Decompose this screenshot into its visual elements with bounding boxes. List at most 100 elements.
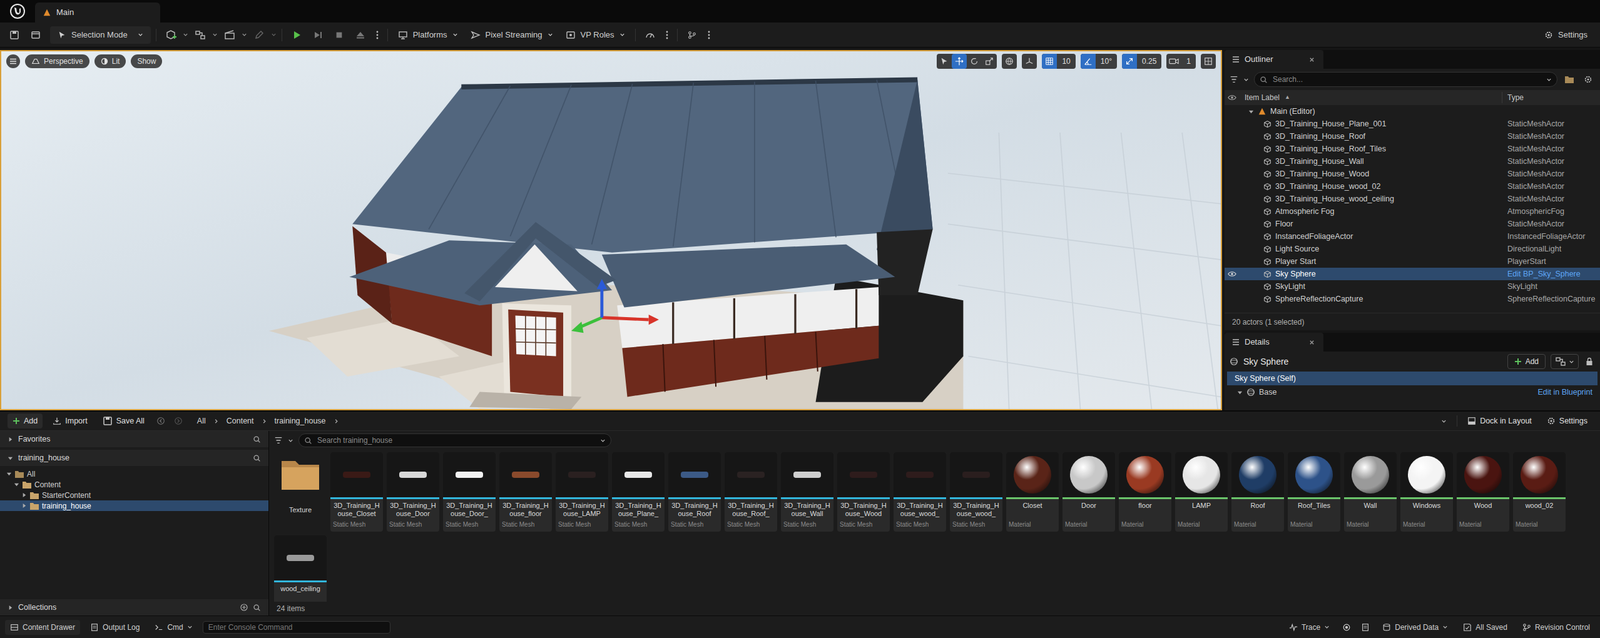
eye-icon[interactable] [1224, 120, 1240, 128]
outliner-root-row[interactable]: Main (Editor) [1224, 105, 1600, 118]
eye-icon[interactable] [1224, 157, 1240, 166]
stop-icon[interactable] [329, 26, 349, 44]
actor-type[interactable]: Edit BP_Sky_Sphere [1502, 268, 1600, 281]
asset-tile[interactable]: 3D_Training_House_wood_Static Mesh [949, 452, 1003, 532]
content-settings-button[interactable]: Settings [1541, 413, 1593, 429]
eye-icon[interactable] [1224, 170, 1240, 178]
chevron-down-icon[interactable] [241, 31, 248, 38]
search-icon[interactable] [252, 454, 261, 463]
add-component-button[interactable]: Add [1507, 354, 1546, 370]
eye-icon[interactable] [1224, 270, 1240, 278]
eject-icon[interactable] [351, 26, 370, 44]
label-column-header[interactable]: Item Label▲ [1239, 91, 1503, 104]
forward-icon[interactable] [172, 416, 185, 426]
outliner-search[interactable] [1253, 71, 1558, 87]
breadcrumb-item[interactable]: All [194, 415, 209, 428]
asset-search-input[interactable] [317, 434, 596, 447]
outliner-row[interactable]: 3D_Training_House_Roof_TilesStaticMeshAc… [1224, 142, 1600, 156]
back-icon[interactable] [154, 416, 168, 426]
log-icon[interactable] [1358, 623, 1373, 632]
surface-snap-icon[interactable] [1021, 53, 1037, 69]
filter-icon[interactable] [1229, 75, 1239, 84]
caret-right-icon[interactable] [21, 492, 27, 499]
blueprint-options-button[interactable] [1550, 354, 1579, 370]
grid-snap-button[interactable]: 10 [1041, 53, 1076, 69]
revision-control-button[interactable]: Revision Control [1517, 620, 1595, 636]
caret-down-icon[interactable] [13, 481, 20, 488]
modeling-icon[interactable] [249, 26, 269, 44]
outliner-search-input[interactable] [1272, 72, 1542, 87]
move-icon[interactable] [951, 53, 967, 69]
source-header[interactable]: training_house [0, 449, 269, 467]
search-icon[interactable] [252, 435, 261, 444]
record-icon[interactable] [1339, 623, 1354, 632]
asset-tile[interactable]: 3D_Training_House_floorStatic Mesh [499, 452, 552, 532]
breadcrumb-item[interactable]: training_house [272, 415, 329, 428]
details-tab[interactable]: Details [1224, 332, 1324, 352]
outliner-row[interactable]: FloorStaticMeshActor [1224, 217, 1600, 231]
breadcrumb-item[interactable]: Content [224, 415, 257, 428]
eye-icon[interactable] [1224, 132, 1240, 141]
outliner-row[interactable]: InstancedFoliageActorInstancedFoliageAct… [1224, 230, 1600, 243]
lit[interactable]: Lit [94, 54, 127, 69]
more-icon[interactable] [662, 26, 673, 44]
type-column-header[interactable]: Type [1502, 91, 1600, 104]
derived-data-button[interactable]: Derived Data [1377, 620, 1453, 636]
rotate-icon[interactable] [966, 53, 982, 69]
edit-in-blueprint-link[interactable]: Edit in Blueprint [1537, 386, 1598, 399]
asset-tile[interactable]: 3D_Training_House_Plane_Static Mesh [611, 452, 665, 532]
frame-step-icon[interactable] [308, 26, 328, 44]
folder-tree-item[interactable]: training_house [0, 500, 269, 512]
toolbar-menu[interactable]: Platforms [392, 26, 464, 44]
asset-tile[interactable]: RoofMaterial [1231, 452, 1285, 532]
folder-tree-item[interactable]: Content [0, 479, 269, 490]
chevron-down-icon[interactable] [182, 31, 189, 38]
caret-right-icon[interactable] [21, 503, 27, 509]
asset-tile[interactable]: 3D_Training_House_WoodStatic Mesh [837, 452, 890, 532]
camera-speed-button[interactable]: 1 [1166, 53, 1196, 69]
eye-icon[interactable] [1224, 295, 1240, 303]
console-input[interactable] [202, 621, 391, 634]
chevron-right-icon[interactable] [333, 418, 340, 425]
show-button[interactable]: Show [130, 54, 163, 69]
outliner-row[interactable]: SkyLightSkyLight [1224, 280, 1600, 293]
eye-icon[interactable] [1224, 245, 1240, 253]
folder-tile[interactable]: Texture [274, 452, 327, 532]
eye-icon[interactable] [1224, 207, 1240, 216]
folder-tree-item[interactable]: StarterContent [0, 489, 269, 501]
eye-icon[interactable] [1224, 220, 1240, 228]
outliner-row[interactable]: 3D_Training_House_wood_ceilingStaticMesh… [1224, 192, 1600, 206]
import-button[interactable]: Import [47, 413, 92, 429]
viewport-menu-icon[interactable] [6, 54, 21, 69]
asset-tile[interactable]: Roof_TilesMaterial [1287, 452, 1341, 532]
chevron-down-icon[interactable] [287, 438, 294, 444]
chevron-down-icon[interactable] [1441, 418, 1447, 425]
component-row[interactable]: Sky Sphere (Self) [1227, 371, 1598, 386]
asset-tile[interactable]: 3D_Training_House_WallStatic Mesh [780, 452, 834, 532]
add-actor-icon[interactable] [161, 26, 181, 44]
outliner-row[interactable]: 3D_Training_House_wood_02StaticMeshActor [1224, 180, 1600, 193]
maximize-icon[interactable] [1200, 53, 1216, 69]
chevron-down-icon[interactable] [1243, 76, 1249, 83]
eye-icon[interactable] [1224, 195, 1240, 203]
outliner-row[interactable]: 3D_Training_House_WallStaticMeshActor [1224, 155, 1600, 168]
outliner-row[interactable]: Light SourceDirectionalLight [1224, 242, 1600, 256]
add-folder-icon[interactable] [1562, 75, 1577, 84]
add-button[interactable]: Add [7, 413, 43, 429]
outliner-row[interactable]: Sky SphereEdit BP_Sky_Sphere [1224, 267, 1600, 281]
chevron-right-icon[interactable] [213, 418, 220, 425]
asset-tile[interactable]: wood_02Material [1513, 452, 1566, 532]
chevron-down-icon[interactable] [212, 31, 218, 38]
more-icon[interactable] [703, 26, 714, 44]
source-control-icon[interactable] [682, 26, 702, 44]
outliner-row[interactable]: 3D_Training_House_RoofStaticMeshActor [1224, 130, 1600, 143]
asset-tile[interactable]: 3D_Training_House_RoofStatic Mesh [668, 452, 721, 532]
scale-icon[interactable] [981, 53, 997, 69]
eye-icon[interactable] [1224, 232, 1240, 241]
asset-tile[interactable]: LAMPMaterial [1175, 452, 1228, 532]
asset-tile[interactable]: 3D_Training_House_wood_Static Mesh [893, 452, 947, 532]
cinematics-icon[interactable] [220, 26, 240, 44]
asset-search[interactable] [298, 433, 612, 448]
search-icon[interactable] [252, 603, 261, 612]
save-all-button[interactable]: Save All [97, 413, 150, 429]
